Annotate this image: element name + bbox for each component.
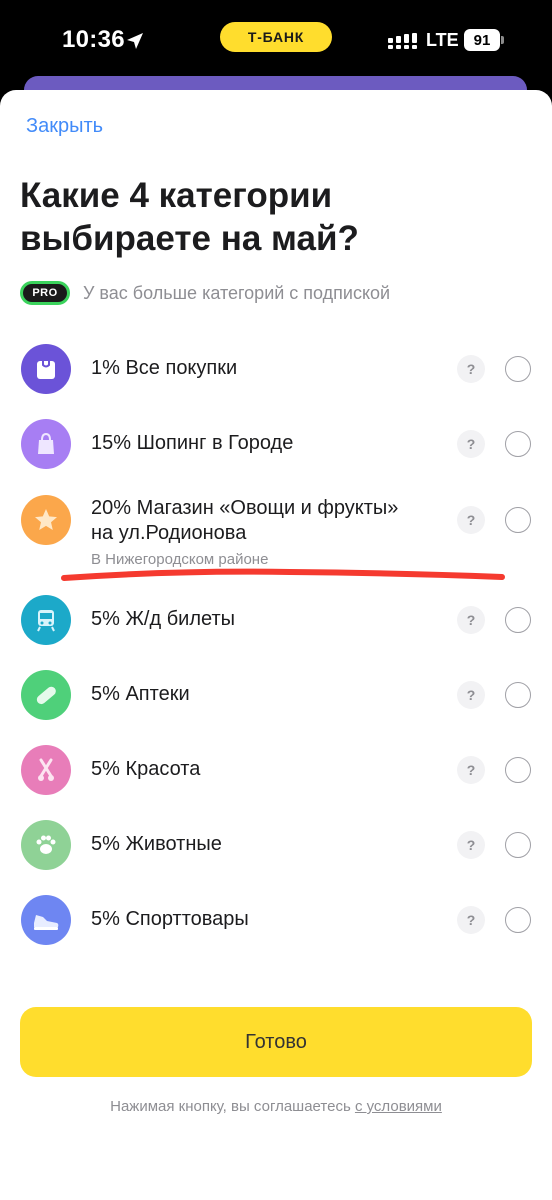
page-title: Какие 4 категории выбираете на май? bbox=[20, 176, 359, 258]
battery-tip bbox=[501, 36, 504, 44]
category-icon-circle bbox=[21, 895, 71, 945]
shopping-bag-icon bbox=[37, 361, 55, 379]
shopping-bag-icon bbox=[38, 432, 54, 454]
category-radio[interactable] bbox=[505, 757, 531, 783]
help-button[interactable]: ? bbox=[457, 606, 485, 634]
category-radio[interactable] bbox=[505, 507, 531, 533]
category-radio[interactable] bbox=[505, 907, 531, 933]
pro-subscription-row[interactable]: PRO У вас больше категорий с подпиской bbox=[20, 281, 390, 305]
battery-icon: 91 bbox=[464, 29, 500, 51]
category-radio[interactable] bbox=[505, 682, 531, 708]
category-label: 5% Спорттовары bbox=[91, 908, 249, 930]
category-row-pets[interactable]: 5% Животные ? bbox=[0, 810, 552, 880]
status-time: 10:36 bbox=[62, 26, 125, 53]
bank-name: Т-БАНК bbox=[247, 29, 305, 45]
location-arrow-icon bbox=[127, 33, 143, 49]
category-label: 5% Ж/д билеты bbox=[91, 608, 236, 630]
pro-text: У вас больше категорий с подпиской bbox=[83, 282, 391, 303]
category-icon-circle bbox=[21, 419, 71, 469]
help-button[interactable]: ? bbox=[457, 756, 485, 784]
category-label-line2: на ул.Родионова bbox=[91, 522, 247, 544]
sneaker-icon bbox=[34, 915, 59, 930]
category-radio[interactable] bbox=[505, 431, 531, 457]
category-icon-circle bbox=[21, 495, 71, 545]
help-button[interactable]: ? bbox=[457, 506, 485, 534]
help-button[interactable]: ? bbox=[457, 355, 485, 383]
terms-link[interactable]: с условиями bbox=[355, 1098, 442, 1115]
category-label: 5% Красота bbox=[91, 758, 201, 780]
category-row-pharmacies[interactable]: 5% Аптеки ? bbox=[0, 660, 552, 730]
category-sheet: Закрыть Какие 4 категории выбираете на м… bbox=[0, 90, 552, 1200]
signal-icon bbox=[388, 33, 417, 49]
category-radio[interactable] bbox=[505, 607, 531, 633]
category-row-all-purchases[interactable]: 1% Все покупки ? bbox=[0, 334, 552, 404]
category-radio[interactable] bbox=[505, 832, 531, 858]
close-button[interactable]: Закрыть bbox=[26, 115, 103, 138]
train-icon bbox=[37, 610, 55, 632]
category-label: 15% Шопинг в Городе bbox=[91, 432, 294, 454]
terms-prefix: Нажимая кнопку, вы соглашаетесь bbox=[110, 1098, 355, 1115]
category-label: 5% Животные bbox=[91, 833, 222, 855]
help-button[interactable]: ? bbox=[457, 681, 485, 709]
done-button[interactable]: Готово bbox=[20, 1007, 532, 1077]
category-icon-circle bbox=[21, 595, 71, 645]
paw-icon bbox=[36, 835, 56, 854]
bank-pill: Т-БАНК bbox=[220, 22, 332, 52]
category-radio[interactable] bbox=[505, 356, 531, 382]
category-row-sports-goods[interactable]: 5% Спорттовары ? bbox=[0, 885, 552, 955]
scissors-icon bbox=[38, 758, 54, 781]
category-label-line1: 20% Магазин «Овощи и фрукты» bbox=[91, 497, 399, 519]
status-bar: 10:36 Т-БАНК LTE 91 bbox=[0, 0, 552, 82]
pill-icon bbox=[36, 686, 56, 705]
pro-badge: PRO bbox=[20, 281, 70, 305]
phone-screen: 10:36 Т-БАНК LTE 91 Закрыть Какие 4 кате… bbox=[0, 0, 552, 1200]
category-label: 1% Все покупки bbox=[91, 357, 238, 379]
star-icon bbox=[35, 509, 57, 530]
category-row-train-tickets[interactable]: 5% Ж/д билеты ? bbox=[0, 585, 552, 655]
category-row-city-shopping[interactable]: 15% Шопинг в Городе ? bbox=[0, 409, 552, 479]
category-icon-circle bbox=[21, 820, 71, 870]
category-row-beauty[interactable]: 5% Красота ? bbox=[0, 735, 552, 805]
help-button[interactable]: ? bbox=[457, 831, 485, 859]
category-icon-circle bbox=[21, 670, 71, 720]
terms-text: Нажимая кнопку, вы соглашаетесь с услови… bbox=[0, 1098, 552, 1115]
help-button[interactable]: ? bbox=[457, 430, 485, 458]
network-type: LTE bbox=[426, 30, 459, 50]
battery-level: 91 bbox=[473, 31, 491, 49]
category-label: 5% Аптеки bbox=[91, 683, 190, 705]
category-icon-circle bbox=[21, 344, 71, 394]
category-icon-circle bbox=[21, 745, 71, 795]
help-button[interactable]: ? bbox=[457, 906, 485, 934]
